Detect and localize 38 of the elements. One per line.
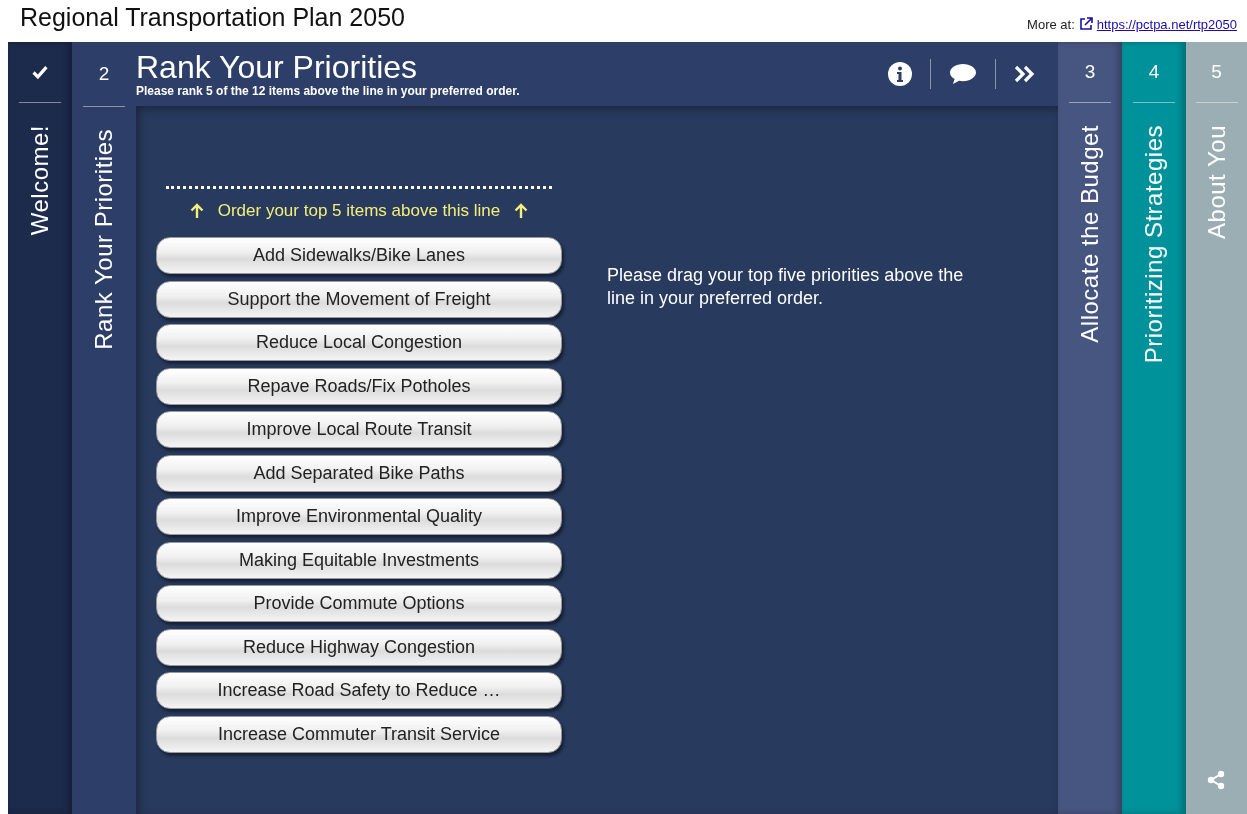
up-arrow-icon: [514, 203, 529, 219]
step-tab[interactable]: 4 Prioritizing Strategies: [1122, 42, 1186, 814]
panel-title: Rank Your Priorities: [136, 50, 419, 84]
comment-icon[interactable]: [949, 63, 977, 85]
info-icon[interactable]: [888, 62, 912, 86]
step-label: About You: [1202, 125, 1231, 239]
step-number: 2: [98, 63, 110, 85]
step-number: 3: [1084, 61, 1096, 83]
website-link[interactable]: https://pctpa.net/rtp2050: [1096, 16, 1237, 32]
priority-item[interactable]: Reduce Highway Congestion: [156, 628, 562, 666]
line-hint: Order your top 5 items above this line: [217, 201, 501, 221]
priority-item[interactable]: Add Separated Bike Paths: [156, 454, 562, 492]
step-number: 4: [1148, 61, 1160, 83]
more-label: More at:: [1027, 16, 1075, 32]
priority-item[interactable]: Provide Commute Options: [156, 585, 562, 622]
step-tab[interactable]: Welcome!: [8, 42, 72, 814]
double-chevron-icon[interactable]: [1014, 65, 1036, 83]
priority-item[interactable]: Increase Commuter Transit Service: [156, 715, 562, 753]
priority-item[interactable]: Improve Local Route Transit: [156, 411, 562, 448]
priority-item[interactable]: Increase Road Safety to Reduce …: [156, 672, 562, 709]
priority-item[interactable]: Add Sidewalks/Bike Lanes: [156, 237, 562, 274]
step-number: 5: [1211, 61, 1222, 83]
step-label: Welcome!: [26, 125, 54, 236]
step-label: Rank Your Priorities: [90, 129, 118, 350]
panel-subtitle: Please rank 5 of the 12 items above the line in your preferred order.: [136, 84, 521, 98]
external-link-icon: [1078, 17, 1093, 31]
priority-item[interactable]: Reduce Local Congestion: [156, 324, 562, 361]
page-title: Regional Transportation Plan 2050: [20, 2, 405, 32]
priority-item[interactable]: Making Equitable Investments: [156, 541, 562, 579]
checkmark-icon: [31, 64, 49, 80]
instructions-text: Please drag your top five priorities above the line in your preferred order.: [607, 264, 965, 310]
up-arrow-icon: [189, 203, 204, 219]
step-label: Prioritizing Strategies: [1140, 125, 1168, 364]
priority-item[interactable]: Support the Movement of Freight: [156, 280, 562, 318]
step-tab[interactable]: 3 Allocate the Budget: [1058, 42, 1122, 814]
priority-item[interactable]: Improve Environmental Quality: [156, 498, 562, 535]
step-label: Allocate the Budget: [1076, 125, 1104, 343]
priority-item[interactable]: Repave Roads/Fix Potholes: [156, 367, 562, 405]
